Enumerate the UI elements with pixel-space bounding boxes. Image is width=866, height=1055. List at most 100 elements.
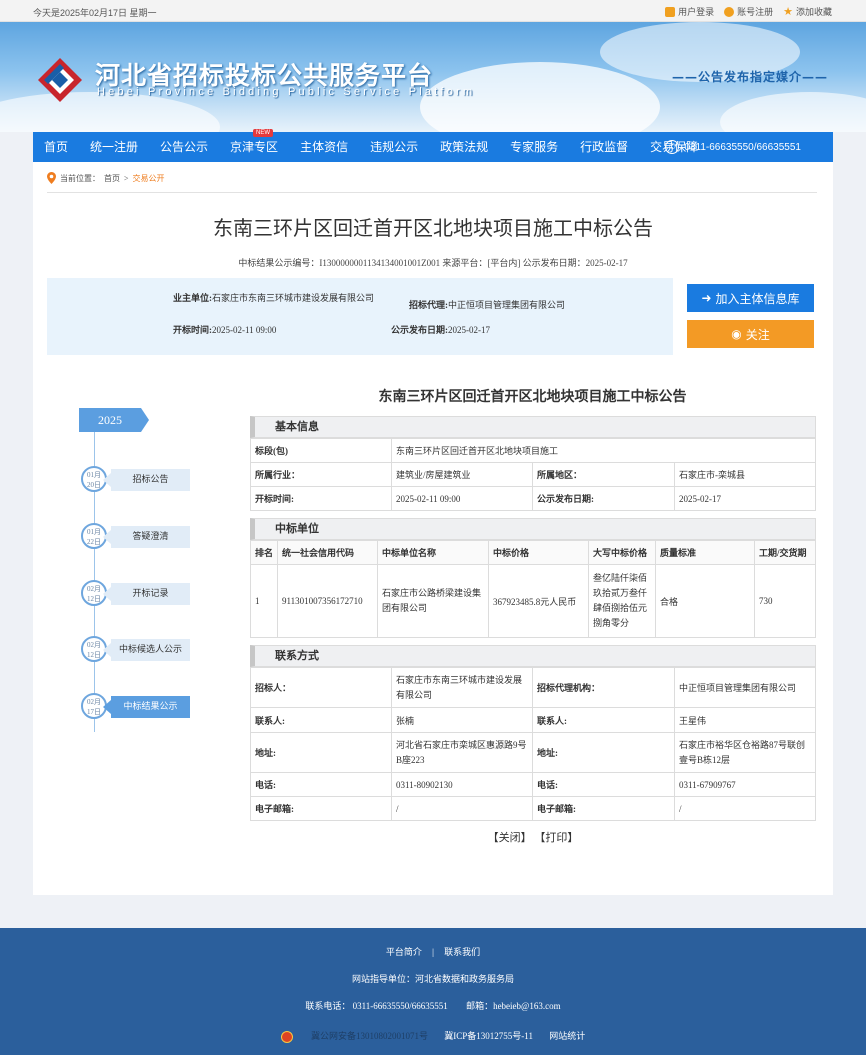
cell-value: 东南三环片区回迁首开区北地块项目施工 xyxy=(391,438,816,463)
nav-label: 京津专区 xyxy=(230,140,279,154)
cloud-decoration xyxy=(720,92,866,132)
footer: 平台简介 | 联系我们 网站指导单位：河北省数据和政务服务局 联系电话： 031… xyxy=(0,928,866,1055)
timeline-label: 招标公告 xyxy=(103,469,190,491)
breadcrumb-separator: > xyxy=(124,173,129,183)
section-heading: 联系方式 xyxy=(250,645,816,667)
sign-in-icon: ➜ xyxy=(701,291,712,305)
nav-label: 首页 xyxy=(44,140,69,154)
close-link[interactable]: 【关闭】 xyxy=(488,832,532,844)
nav-policies[interactable]: 政策法规 xyxy=(429,132,499,162)
cell-value: 河北省石家庄市栾城区惠源路9号B座223 xyxy=(391,732,533,773)
nav-label: 政策法规 xyxy=(440,140,489,154)
notice-meta: 中标结果公示编号：I1300000001134134001001Z001 来源平… xyxy=(238,258,628,268)
nav-announcements[interactable]: 公告公示 xyxy=(149,132,219,162)
cloud-decoration xyxy=(0,92,220,132)
footer-contact-link[interactable]: 联系我们 xyxy=(444,947,480,957)
table-row: 电话: 0311-80902130 电话: 0311-67909767 xyxy=(250,772,816,797)
cell-rank: 1 xyxy=(250,564,278,638)
cell-label: 招标人： xyxy=(250,667,392,708)
publish-date-label: 公示发布日期: xyxy=(391,325,448,335)
timeline-day: 20日 xyxy=(87,481,101,489)
basic-info-table: 标段(包) 东南三环片区回迁首开区北地块项目施工 所属行业： 建筑业/房屋建筑业… xyxy=(250,438,816,511)
nav-experts[interactable]: 专家服务 xyxy=(499,132,569,162)
cell-value: 石家庄市东南三环城市建设发展有限公司 xyxy=(391,667,533,708)
column-header: 中标价格 xyxy=(488,540,589,565)
nav-supervision[interactable]: 行政监督 xyxy=(569,132,639,162)
contact-section: 联系方式 招标人： 石家庄市东南三环城市建设发展有限公司 招标代理机构： 中正恒… xyxy=(250,645,816,821)
timeline-item-result[interactable]: 02月 17日 中标结果公示 xyxy=(81,693,241,719)
timeline-day: 17日 xyxy=(87,708,101,716)
cell-label: 公示发布日期: xyxy=(532,486,675,511)
cell-value: 建筑业/房屋建筑业 xyxy=(391,462,533,487)
timeline-label: 中标候选人公示 xyxy=(103,639,190,661)
register-label: 账号注册 xyxy=(737,7,774,17)
cell-price: 367923485.8元人民币 xyxy=(488,564,589,638)
timeline-label: 开标记录 xyxy=(103,583,190,605)
nav-label: 主体资信 xyxy=(300,140,349,154)
cell-value: / xyxy=(674,796,816,821)
table-row: 1 911301007356172710 石家庄市公路桥梁建设集团有限公司 36… xyxy=(250,564,816,638)
follow-button[interactable]: ◉ 关注 xyxy=(687,320,814,348)
footer-contact-info: 联系电话： 0311-66635550/66635551 邮箱：hebeieb@… xyxy=(0,999,866,1012)
nav-register[interactable]: 统一注册 xyxy=(79,132,149,162)
owner-value: 石家庄市东南三环城市建设发展有限公司 xyxy=(212,293,375,303)
timeline-month: 01月 xyxy=(87,528,101,536)
content-panel: 当前位置： 首页 > 交易公开 东南三环片区回迁首开区北地块项目施工中标公告 中… xyxy=(33,162,833,895)
timeline-month: 02月 xyxy=(87,641,101,649)
table-row: 电子邮箱: / 电子邮箱: / xyxy=(250,796,816,821)
timeline-item-tender[interactable]: 01月 20日 招标公告 xyxy=(81,466,241,492)
login-label: 用户登录 xyxy=(678,7,715,17)
nav-jingjin[interactable]: 京津专区 NEW xyxy=(219,129,289,162)
timeline-item-clarification[interactable]: 01月 22日 答疑澄清 xyxy=(81,523,241,549)
register-link[interactable]: 账号注册 xyxy=(724,5,773,18)
site-logo[interactable] xyxy=(36,56,84,104)
cell-value: 0311-80902130 xyxy=(391,772,533,797)
contact-table: 招标人： 石家庄市东南三环城市建设发展有限公司 招标代理机构： 中正恒项目管理集… xyxy=(250,667,816,821)
cell-winner-name: 石家庄市公路桥梁建设集团有限公司 xyxy=(377,564,489,638)
section-heading: 基本信息 xyxy=(250,416,816,438)
divider xyxy=(47,192,817,193)
table-row: 所属行业： 建筑业/房屋建筑业 所属地区： 石家庄市-栾城县 xyxy=(250,462,816,487)
column-header: 大写中标价格 xyxy=(588,540,656,565)
table-row: 招标人： 石家庄市东南三环城市建设发展有限公司 招标代理机构： 中正恒项目管理集… xyxy=(250,667,816,708)
nav-violations[interactable]: 违规公示 xyxy=(359,132,429,162)
site-stats-link[interactable]: 网站统计 xyxy=(549,1031,585,1041)
page-title: 东南三环片区回迁首开区北地块项目施工中标公告 xyxy=(213,218,653,240)
breadcrumb-current[interactable]: 交易公开 xyxy=(133,173,165,184)
print-link[interactable]: 【打印】 xyxy=(534,832,578,844)
location-pin-icon xyxy=(47,172,56,184)
table-row: 联系人: 张楠 联系人: 王星伟 xyxy=(250,707,816,733)
timeline-item-candidates[interactable]: 02月 12日 中标候选人公示 xyxy=(81,636,241,662)
login-link[interactable]: 用户登录 xyxy=(665,5,714,18)
cell-value: / xyxy=(391,796,533,821)
owner-field: 业主单位:石家庄市东南三环城市建设发展有限公司 xyxy=(173,293,383,304)
hotline: ✆ 0311-66635550/66635551 xyxy=(665,140,801,154)
user-icon xyxy=(724,6,735,17)
icp-record-link[interactable]: 冀ICP备13012755号-11 xyxy=(444,1031,533,1041)
police-record-link[interactable]: 冀公网安备13010802001071号 xyxy=(311,1031,428,1041)
breadcrumb-home[interactable]: 首页 xyxy=(104,173,120,184)
cell-label: 电子邮箱: xyxy=(250,796,392,821)
cell-value: 王星伟 xyxy=(674,707,816,733)
add-to-entity-library-button[interactable]: ➜ 加入主体信息库 xyxy=(687,284,814,312)
nav-label: 专家服务 xyxy=(510,140,559,154)
follow-button-label: 关注 xyxy=(745,327,770,342)
timeline-item-opening-record[interactable]: 02月 12日 开标记录 xyxy=(81,580,241,606)
footer-links: 平台简介 | 联系我们 xyxy=(0,945,866,958)
hotline-number: 0311-66635550/66635551 xyxy=(684,141,801,153)
favorite-link[interactable]: ★ 添加收藏 xyxy=(783,5,832,18)
process-timeline: 2025 01月 20日 招标公告 01月 22日 答疑澄清 02月 12日 开标记录… xyxy=(33,402,233,732)
agent-field: 招标代理:中正恒项目管理集团有限公司 xyxy=(409,298,565,311)
nav-credit[interactable]: 主体资信 xyxy=(289,132,359,162)
nav-label: 行政监督 xyxy=(580,140,629,154)
timeline-day: 12日 xyxy=(87,651,101,659)
nav-home[interactable]: 首页 xyxy=(33,132,79,162)
timeline-month: 01月 xyxy=(87,471,101,479)
footer-intro-link[interactable]: 平台简介 xyxy=(386,947,422,957)
cell-credit-code: 911301007356172710 xyxy=(277,564,378,638)
top-links: 用户登录 账号注册 ★ 添加收藏 xyxy=(665,5,832,18)
owner-label: 业主单位: xyxy=(173,293,212,303)
favorite-label: 添加收藏 xyxy=(795,7,832,17)
column-header: 中标单位名称 xyxy=(377,540,489,565)
cell-label: 电子邮箱: xyxy=(532,796,675,821)
